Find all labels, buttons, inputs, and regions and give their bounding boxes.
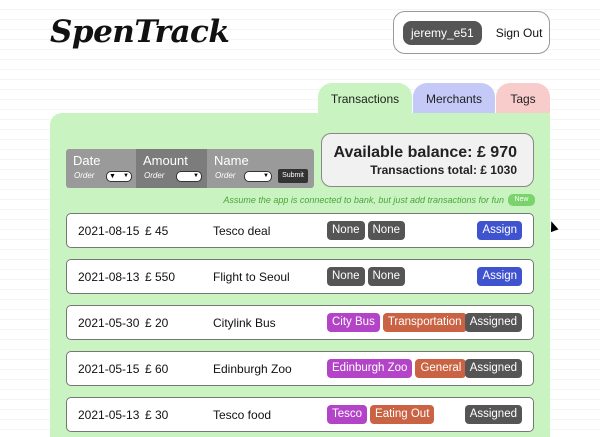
transaction-date: 2021-08-13 (78, 270, 140, 284)
hint-text: Assume the app is connected to bank, but… (223, 195, 504, 205)
merchant-tag-badge: Tesco (327, 405, 368, 424)
transaction-description: Tesco food (213, 408, 272, 422)
sort-column-amount: Amount Order ▼ (136, 149, 207, 188)
transaction-tags: City Bus Transportation (327, 313, 467, 332)
chevron-down-icon: ▼ (263, 173, 269, 179)
transaction-amount: £ 30 (145, 408, 169, 422)
transaction-row: 2021-05-13 £ 30 Tesco food Tesco Eating … (66, 397, 534, 432)
assigned-button[interactable]: Assigned (464, 359, 522, 378)
user-menu: jeremy_e51 Sign Out (393, 11, 550, 54)
chevron-down-icon: ▼ (193, 173, 199, 179)
assign-button[interactable]: Assign (477, 221, 522, 240)
transaction-row: 2021-05-30 £ 20 Citylink Bus City Bus Tr… (66, 305, 534, 340)
tab-tags[interactable]: Tags (496, 83, 550, 115)
transactions-total: Transactions total: £ 1030 (370, 163, 517, 177)
merchant-tag-badge: Edinburgh Zoo (327, 359, 413, 378)
category-tag-badge: Transportation (382, 313, 467, 332)
tag-badge: None (327, 221, 365, 240)
transaction-amount: £ 20 (145, 316, 169, 330)
available-balance: Available balance: £ 970 (333, 144, 517, 161)
sort-name-label: Name (214, 153, 249, 168)
tab-merchants[interactable]: Merchants (413, 83, 495, 115)
username-badge[interactable]: jeremy_e51 (403, 20, 482, 45)
sort-amount-label: Amount (143, 153, 188, 168)
transaction-date: 2021-05-13 (78, 408, 140, 422)
sort-column-name: Name Order ▼ Submit (207, 149, 314, 188)
sort-date-selected: ▼ (109, 173, 116, 180)
transaction-amount: £ 45 (145, 224, 169, 238)
sort-name-order-label: Order (215, 171, 236, 180)
tab-transactions[interactable]: Transactions (318, 83, 412, 115)
transaction-description: Tesco deal (213, 224, 271, 238)
transaction-date: 2021-05-15 (78, 362, 140, 376)
transaction-amount: £ 60 (145, 362, 169, 376)
transaction-tags: None None (327, 267, 405, 286)
sort-amount-select[interactable]: ▼ (176, 171, 202, 182)
merchant-tag-badge: City Bus (327, 313, 380, 332)
sort-date-order-label: Order (74, 171, 95, 180)
sort-submit-button[interactable]: Submit (278, 169, 308, 183)
sign-out-button[interactable]: Sign Out (496, 26, 543, 40)
tag-badge: None (367, 221, 405, 240)
app-logo: SpenTrack (50, 14, 230, 50)
chevron-down-icon: ▼ (123, 173, 129, 179)
transaction-description: Flight to Seoul (213, 270, 290, 284)
sort-date-label: Date (73, 153, 101, 168)
transaction-tags: None None (327, 221, 405, 240)
transaction-row: 2021-08-15 £ 45 Tesco deal None None Ass… (66, 213, 534, 248)
sort-bar: Date Order ▼ ▼ Amount Order ▼ Name Order … (66, 149, 314, 188)
transaction-amount: £ 550 (145, 270, 176, 284)
sort-column-date: Date Order ▼ ▼ (66, 149, 136, 188)
sort-name-select[interactable]: ▼ (244, 171, 272, 182)
new-transaction-button[interactable]: New (508, 194, 535, 206)
tag-badge: None (327, 267, 365, 286)
transaction-date: 2021-05-30 (78, 316, 140, 330)
assign-button[interactable]: Assign (477, 267, 522, 286)
transaction-row: 2021-05-15 £ 60 Edinburgh Zoo Edinburgh … (66, 351, 534, 386)
category-tag-badge: General (415, 359, 467, 378)
transaction-tags: Edinburgh Zoo General (327, 359, 467, 378)
sort-date-select[interactable]: ▼ ▼ (106, 171, 132, 182)
category-tag-badge: Eating Out (370, 405, 435, 424)
transaction-description: Edinburgh Zoo (213, 362, 292, 376)
transaction-row: 2021-08-13 £ 550 Flight to Seoul None No… (66, 259, 534, 294)
tag-badge: None (367, 267, 405, 286)
assigned-button[interactable]: Assigned (464, 313, 522, 332)
transaction-date: 2021-08-15 (78, 224, 140, 238)
sort-amount-order-label: Order (144, 171, 165, 180)
transaction-tags: Tesco Eating Out (327, 405, 435, 424)
balance-card: Available balance: £ 970 Transactions to… (321, 133, 534, 187)
assigned-button[interactable]: Assigned (464, 405, 522, 424)
transaction-description: Citylink Bus (213, 316, 276, 330)
